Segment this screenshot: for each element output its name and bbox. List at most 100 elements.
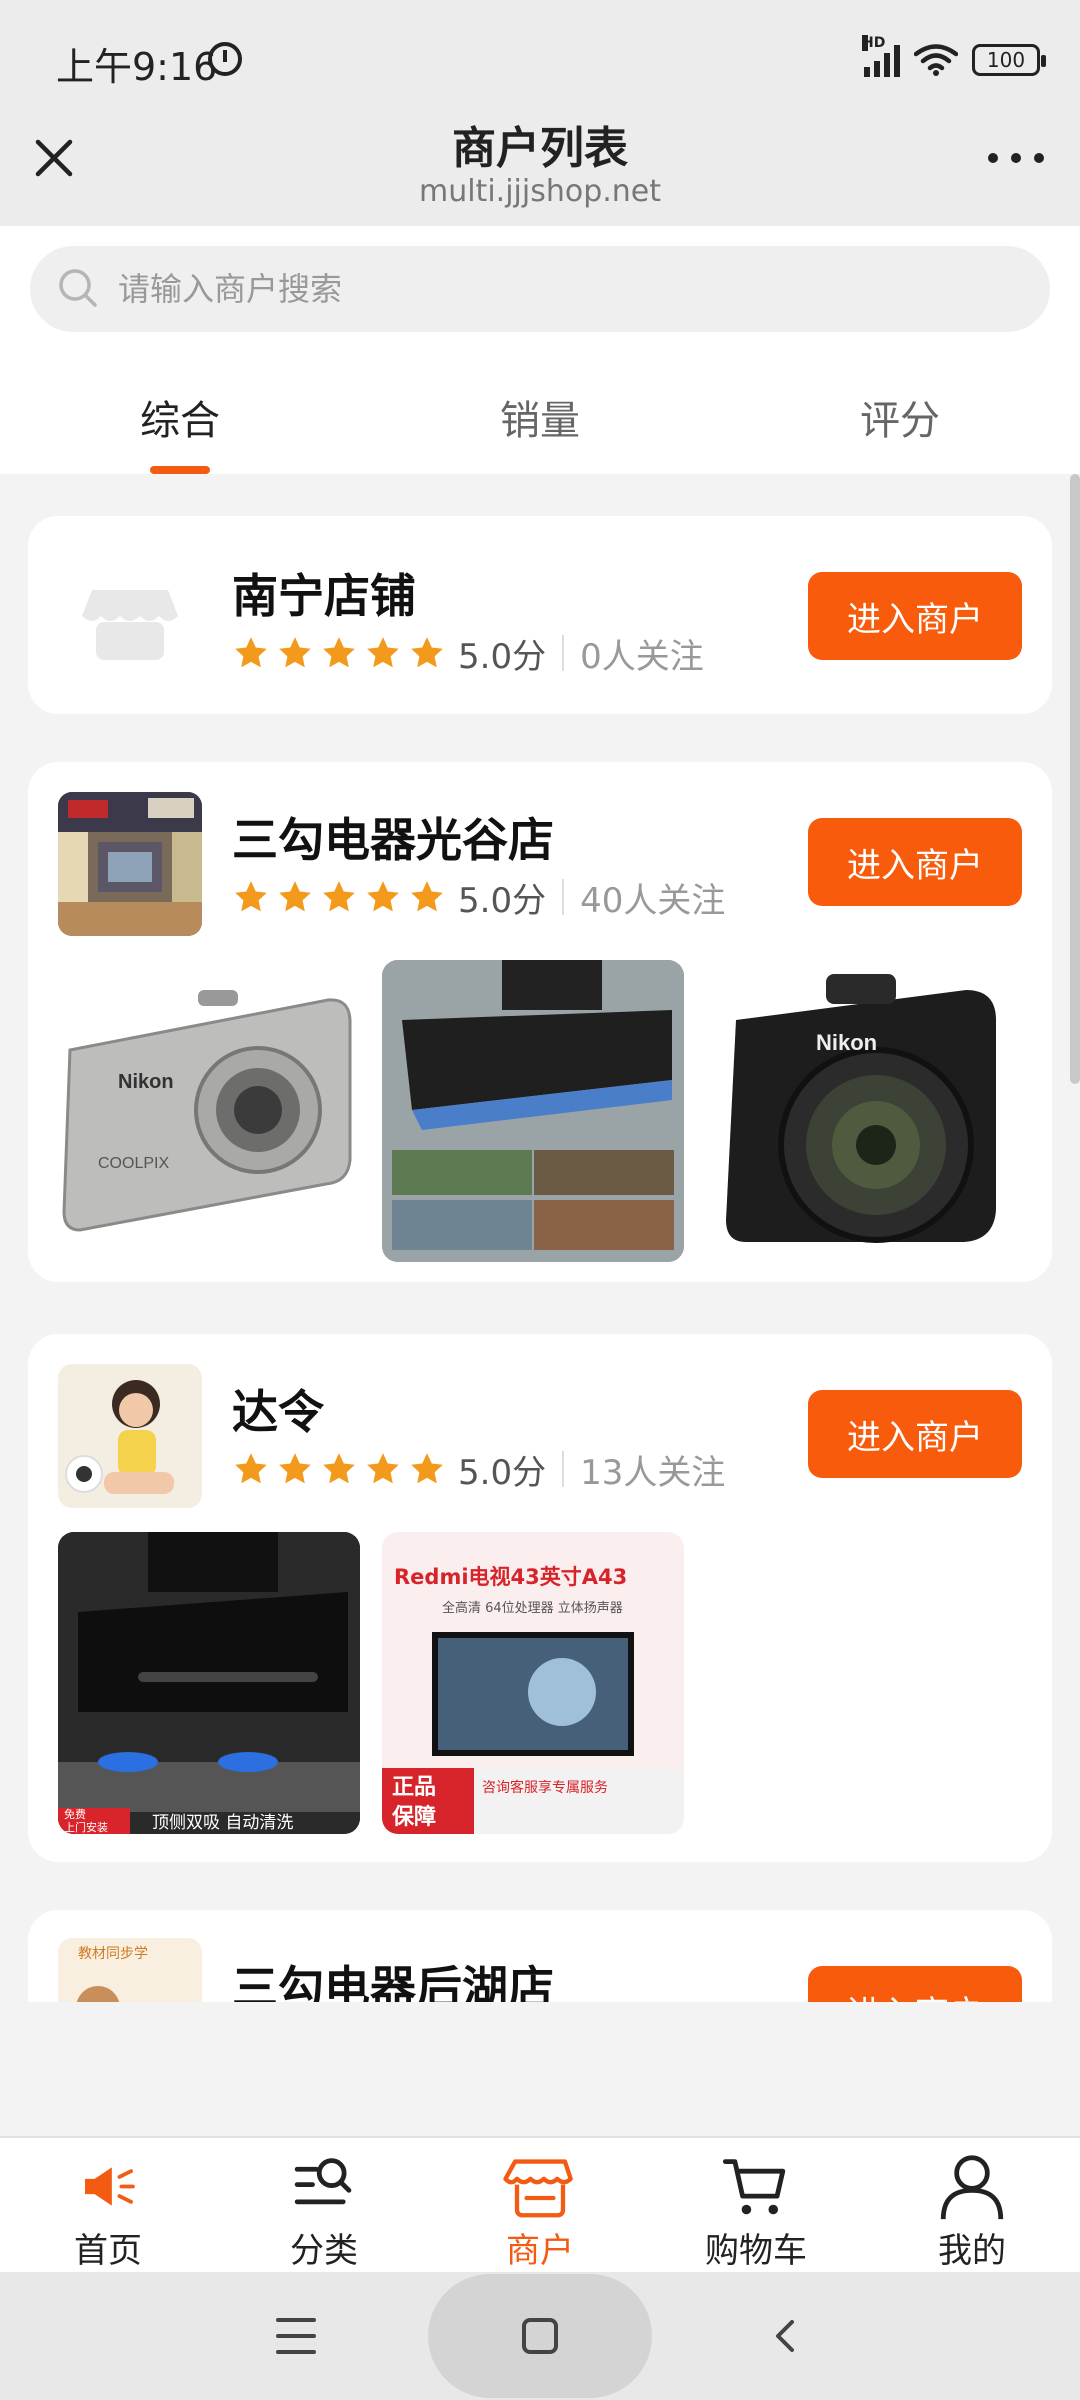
sort-tabs: 综合 销量 评分: [0, 336, 1080, 474]
star-icon: [323, 1453, 355, 1484]
enter-merchant-button[interactable]: 进入商户: [808, 1966, 1022, 2002]
range-hood-image: [382, 960, 684, 1262]
rating-stars: [232, 878, 446, 916]
merchant-card[interactable]: 达令 5.0分 13人关注 进入商户 免费 上门安装 顶侧双吸 自动清洗 Red…: [28, 1334, 1052, 1862]
store-interior-image: [58, 792, 202, 936]
nav-label: 我的: [938, 2231, 1006, 2271]
merchant-card[interactable]: 教材同步学 三勾电器后湖店 进入商户: [28, 1910, 1052, 2002]
rating-score: 5.0分: [458, 636, 547, 677]
star-icon: [367, 881, 399, 912]
merchant-card[interactable]: 三勾电器光谷店 5.0分 40人关注 进入商户 Nikon COOLPIX Ni…: [28, 762, 1052, 1282]
rating-stars: [232, 1450, 446, 1488]
star-icon: [279, 1453, 311, 1484]
merchant-logo: [58, 1364, 202, 1508]
signal-icon: HD: [862, 35, 900, 77]
star-icon: [367, 1453, 399, 1484]
rating-row: 5.0分 0人关注: [232, 630, 704, 677]
nav-cart[interactable]: 购物车: [648, 2138, 864, 2272]
more-dot-icon: [988, 153, 998, 163]
rating-score: 5.0分: [458, 1452, 547, 1493]
product-service: 咨询客服享专属服务: [482, 1779, 608, 1796]
search-area: [0, 226, 1080, 336]
rating-score: 5.0分: [458, 880, 547, 921]
product-thumb[interactable]: Nikon COOLPIX: [58, 960, 360, 1262]
star-icon: [411, 637, 443, 668]
nav-profile[interactable]: 我的: [864, 2138, 1080, 2272]
category-search-icon: [294, 2158, 352, 2205]
merchant-card[interactable]: 南宁店铺 5.0分 0人关注 进入商户: [28, 516, 1052, 714]
more-dot-icon: [1011, 153, 1021, 163]
merchant-name: 南宁店铺: [232, 569, 416, 623]
enter-merchant-button[interactable]: 进入商户: [808, 818, 1022, 906]
enter-merchant-button[interactable]: 进入商户: [808, 572, 1022, 660]
follower-count: 40人关注: [580, 880, 726, 921]
product-caption: 顶侧双吸 自动清洗: [152, 1813, 293, 1833]
merchant-name: 达令: [232, 1385, 324, 1439]
enter-merchant-button[interactable]: 进入商户: [808, 1390, 1022, 1478]
back-icon[interactable]: [770, 2318, 800, 2354]
more-options-button[interactable]: [988, 150, 1044, 166]
star-icon: [323, 637, 355, 668]
divider: [562, 1451, 565, 1487]
merchant-list: 南宁店铺 5.0分 0人关注 进入商户 三勾电器光谷店 5.0分 40人关注 进…: [0, 474, 1080, 2002]
merchant-logo: 教材同步学: [58, 1938, 202, 2002]
merchant-list-screen: 上午9:16 HD 100 商户列表 multi.jjjshop.net 请输入…: [0, 0, 1080, 2400]
search-input[interactable]: [118, 246, 998, 332]
alarm-icon: [208, 42, 242, 76]
battery-level: 100: [986, 48, 1026, 72]
tab-sales[interactable]: 销量: [360, 336, 720, 474]
black-dslr-image: Nikon: [726, 974, 996, 1243]
status-time: 上午9:16: [56, 45, 218, 89]
merchant-name: 三勾电器光谷店: [232, 813, 554, 867]
user-icon: [940, 2155, 1004, 2220]
nav-category[interactable]: 分类: [216, 2138, 432, 2272]
black-range-hood-image: 免费 上门安装 顶侧双吸 自动清洗: [58, 1532, 360, 1834]
education-product-image: 教材同步学: [58, 1938, 202, 2002]
page-url: multi.jjjshop.net: [418, 174, 662, 209]
redmi-tv-image: Redmi电视43英寸A43 全高清 64位处理器 立体扬声器 正品 保障 咨询…: [382, 1532, 684, 1834]
silver-camera-image: Nikon COOLPIX: [62, 990, 352, 1232]
tab-rating[interactable]: 评分: [720, 336, 1080, 474]
child-model-image: [58, 1364, 202, 1508]
rating-stars: [232, 634, 446, 672]
status-bar: 上午9:16 HD 100: [0, 0, 1080, 110]
store-placeholder-icon: [82, 590, 178, 660]
product-gallery: 免费 上门安装 顶侧双吸 自动清洗 Redmi电视43英寸A43 全高清 64位…: [58, 1532, 684, 1834]
product-tag: 免费: [64, 1807, 86, 1821]
merchant-name: 三勾电器后湖店: [232, 1961, 554, 2002]
product-badge: 正品: [392, 1775, 436, 1800]
home-icon[interactable]: [522, 2318, 558, 2354]
product-thumb[interactable]: Nikon: [706, 960, 1008, 1262]
star-icon: [235, 1453, 267, 1484]
product-thumb[interactable]: Redmi电视43英寸A43 全高清 64位处理器 立体扬声器 正品 保障 咨询…: [382, 1532, 684, 1834]
star-icon: [235, 881, 267, 912]
follower-count: 13人关注: [580, 1452, 726, 1493]
nav-header: 商户列表 multi.jjjshop.net: [0, 110, 1080, 226]
product-thumb[interactable]: [382, 960, 684, 1262]
merchant-logo: [58, 546, 202, 690]
cart-icon: [722, 2159, 786, 2215]
nav-label: 购物车: [705, 2231, 807, 2271]
product-tag: 上门安装: [64, 1820, 108, 1834]
merchant-logo: [58, 792, 202, 936]
camera-brand: Nikon: [118, 1071, 174, 1093]
rating-row: 5.0分 13人关注: [232, 1446, 726, 1493]
nav-label: 首页: [74, 2231, 142, 2271]
scrollbar[interactable]: [1070, 474, 1080, 1084]
product-title: Redmi电视43英寸A43: [394, 1565, 627, 1589]
camera-brand: Nikon: [816, 1030, 877, 1055]
star-icon: [235, 637, 267, 668]
menu-icon[interactable]: [276, 2318, 316, 2354]
nav-merchant[interactable]: 商户: [432, 2138, 648, 2272]
search-box[interactable]: [30, 246, 1050, 332]
wifi-icon: [914, 44, 958, 76]
nav-home[interactable]: 首页: [0, 2138, 216, 2272]
search-icon: [59, 269, 97, 307]
battery-icon: 100: [972, 44, 1046, 76]
nav-label: 商户: [506, 2231, 574, 2271]
star-icon: [323, 881, 355, 912]
tab-comprehensive[interactable]: 综合: [0, 336, 360, 474]
star-icon: [411, 881, 443, 912]
product-thumb[interactable]: 免费 上门安装 顶侧双吸 自动清洗: [58, 1532, 360, 1834]
store-icon: [503, 2159, 573, 2218]
